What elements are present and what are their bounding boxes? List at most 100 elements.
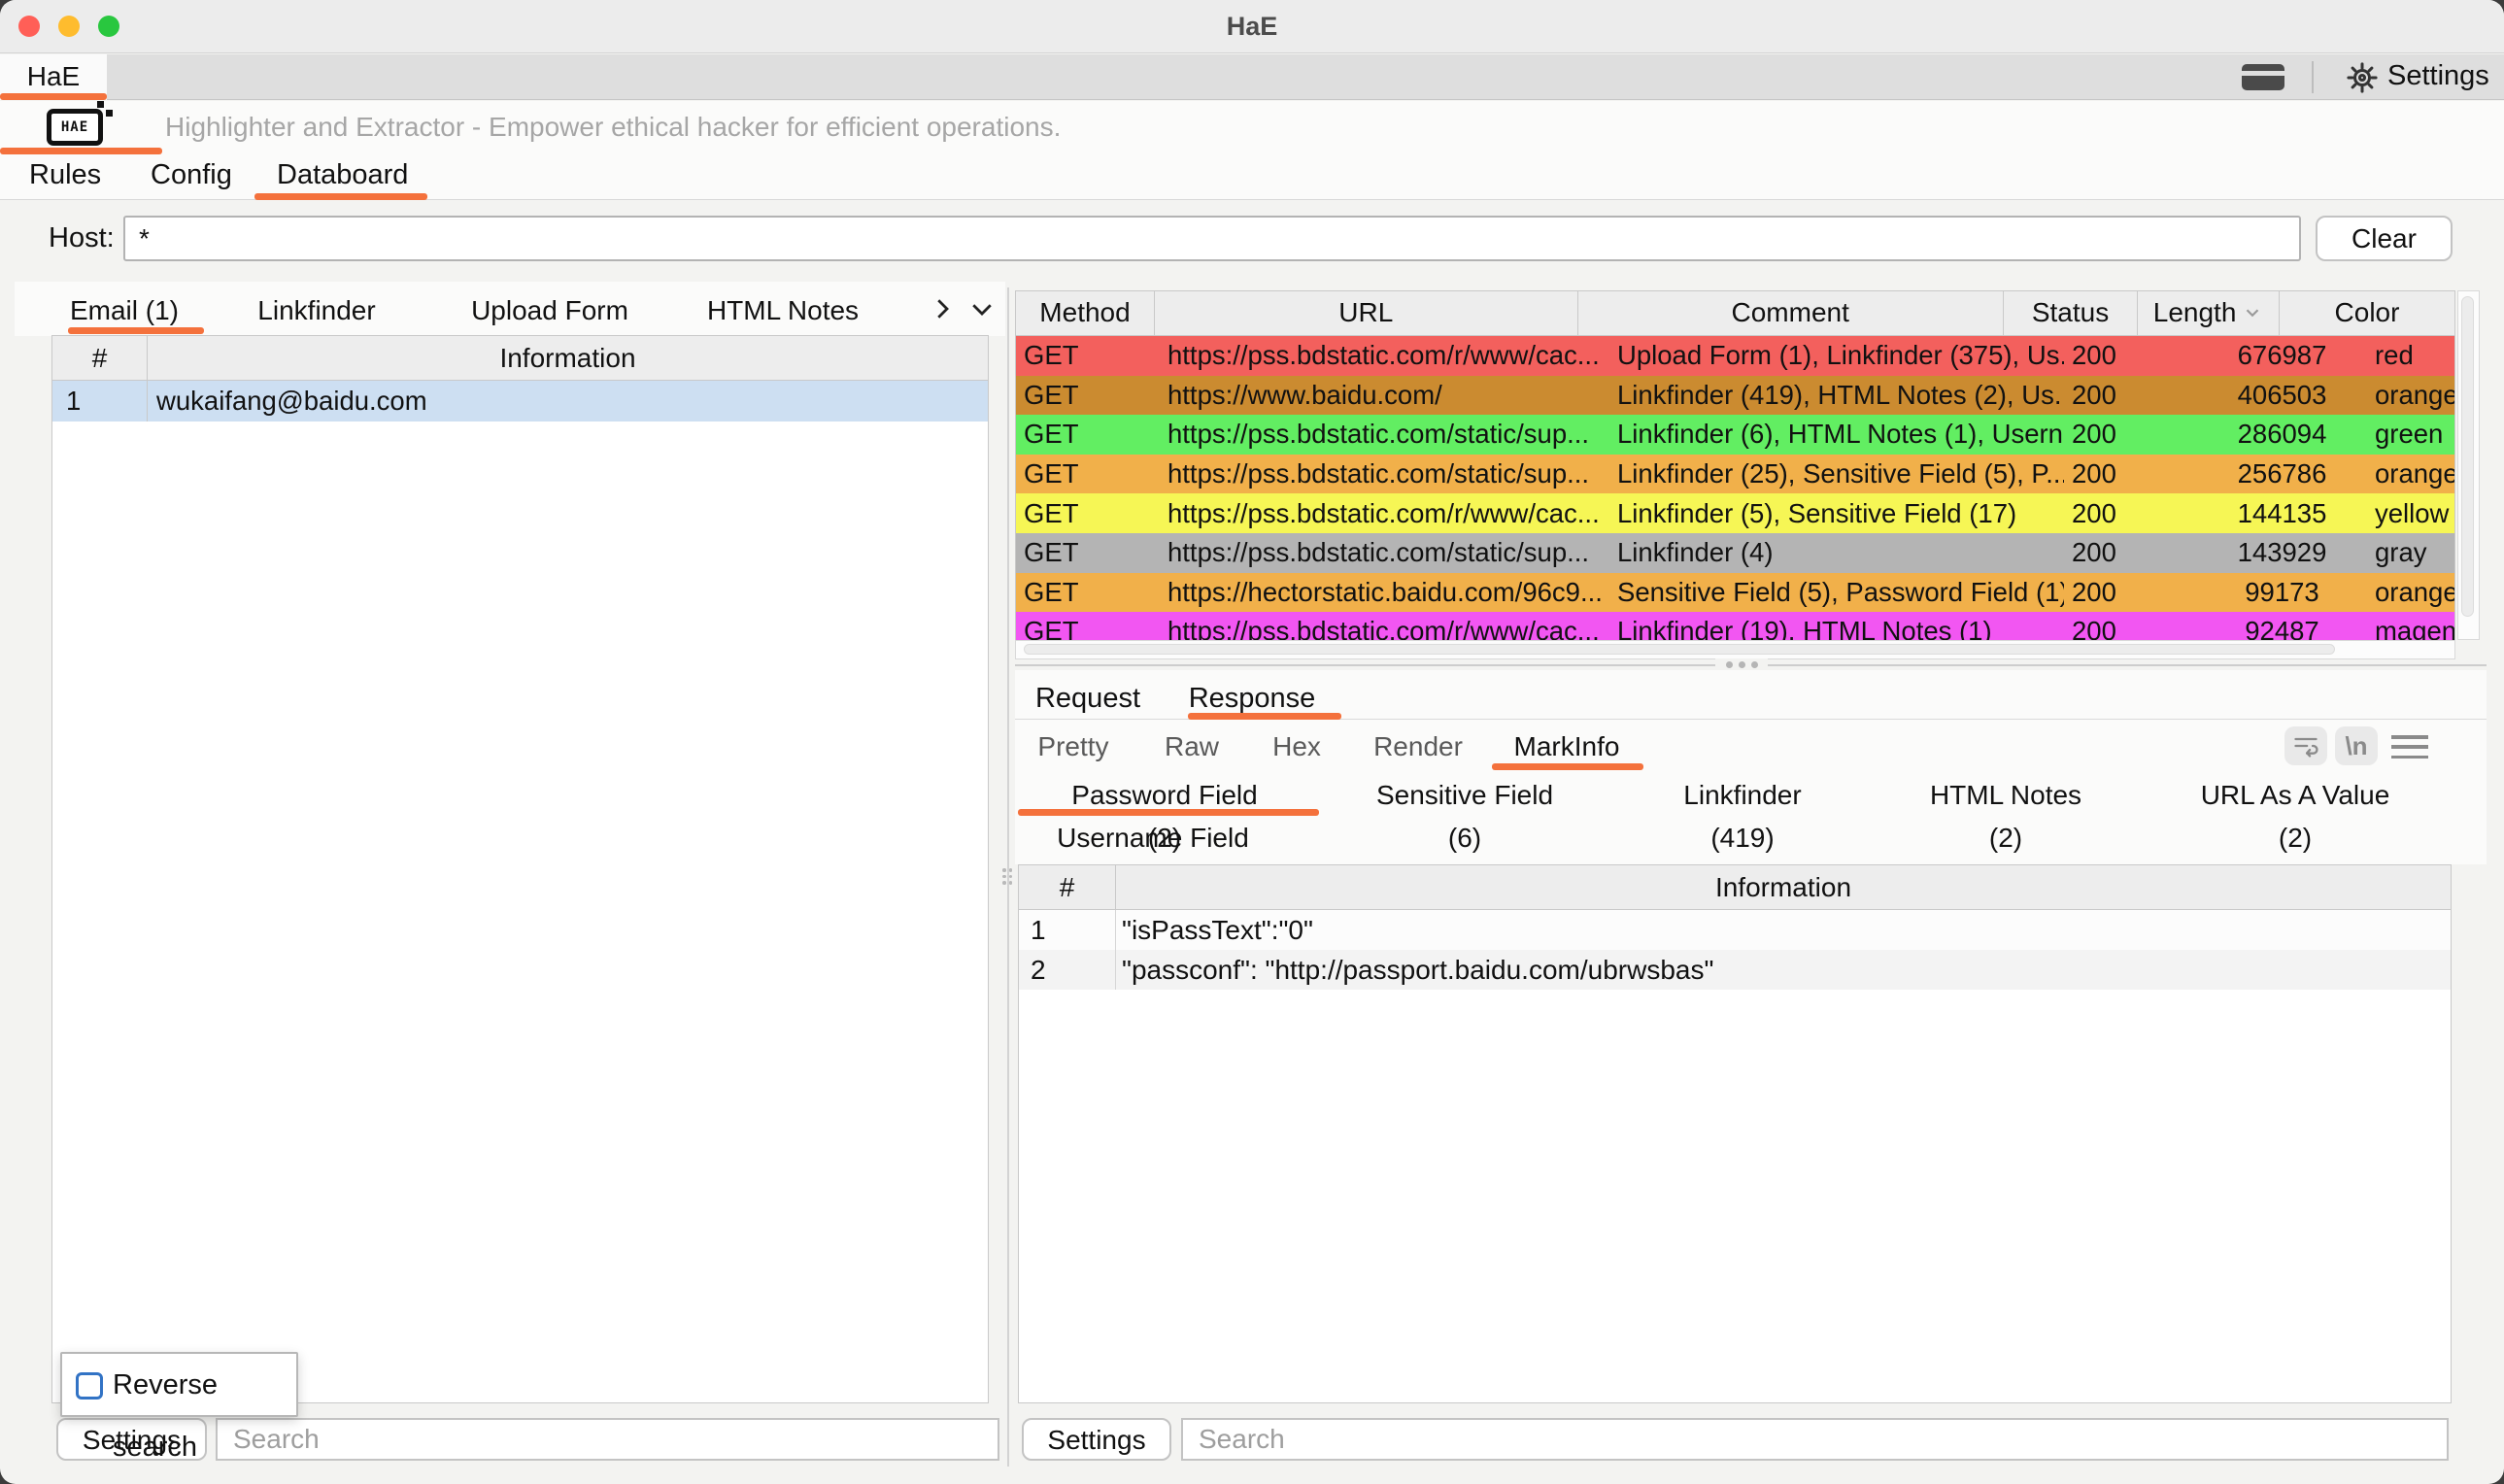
- cell-color: yellow: [2357, 493, 2455, 533]
- horizontal-scrollbar[interactable]: [1015, 640, 2455, 659]
- table-row[interactable]: 1 "isPassText":"0": [1019, 910, 2451, 950]
- request-row[interactable]: GET https://pss.bdstatic.com/r/www/cac..…: [1016, 493, 2454, 533]
- vertical-scrollbar-thumb[interactable]: [2461, 296, 2474, 617]
- cell-color: orange: [2357, 376, 2455, 416]
- tab-upload-form[interactable]: Upload Form (1): [457, 289, 642, 332]
- request-row[interactable]: GET https://www.baidu.com/ Linkfinder (4…: [1016, 376, 2454, 416]
- tab-hex[interactable]: Hex: [1258, 725, 1336, 768]
- cell-color: orange: [2357, 573, 2455, 613]
- column-header-url[interactable]: URL: [1155, 291, 1578, 335]
- right-settings-button[interactable]: Settings: [1022, 1418, 1171, 1461]
- tab-linkfinder-field[interactable]: Linkfinder (419): [1650, 774, 1835, 817]
- tab-config[interactable]: Config: [151, 153, 224, 199]
- divider: [2312, 61, 2314, 93]
- word-wrap-button[interactable]: [2284, 726, 2327, 765]
- tab-linkfinder[interactable]: Linkfinder (978): [229, 289, 404, 332]
- cell-status: 200: [2064, 336, 2207, 376]
- cell-color: red: [2357, 336, 2455, 376]
- cell-url: https://pss.bdstatic.com/static/sup...: [1162, 455, 1611, 494]
- tab-render[interactable]: Render: [1370, 725, 1467, 768]
- left-active-tab-underline: [68, 327, 204, 334]
- cell-method: GET: [1016, 493, 1162, 533]
- cell-url: https://pss.bdstatic.com/static/sup...: [1162, 533, 1611, 573]
- tab-html-notes[interactable]: HTML Notes (5): [691, 289, 875, 332]
- tab-markinfo[interactable]: MarkInfo: [1508, 725, 1625, 768]
- request-row[interactable]: GET https://pss.bdstatic.com/r/www/cac..…: [1016, 612, 2454, 640]
- tab-url-as-value-field[interactable]: URL As A Value (2): [2188, 774, 2402, 817]
- banner-subtitle: Highlighter and Extractor - Empower ethi…: [165, 101, 1061, 153]
- requests-table-header: Method URL Comment Status Length Color: [1016, 291, 2454, 336]
- cell-color: magenta: [2357, 612, 2455, 640]
- tab-pretty[interactable]: Pretty: [1025, 725, 1122, 768]
- cell-length: 406503: [2207, 376, 2357, 416]
- table-row[interactable]: 1 wukaifang@baidu.com: [52, 381, 988, 422]
- reverse-search-checkbox[interactable]: [76, 1372, 103, 1400]
- host-label: Host:: [49, 216, 115, 260]
- vertical-scrollbar[interactable]: [2457, 290, 2480, 640]
- tab-request[interactable]: Request: [1030, 677, 1146, 720]
- cell-status: 200: [2064, 533, 2207, 573]
- sort-descending-icon: [2242, 302, 2263, 323]
- cell-method: GET: [1016, 455, 1162, 494]
- clear-button[interactable]: Clear: [2316, 216, 2453, 261]
- request-row[interactable]: GET https://hectorstatic.baidu.com/96c9.…: [1016, 573, 2454, 613]
- column-header-num[interactable]: #: [1019, 865, 1116, 909]
- response-underline: [1188, 713, 1341, 720]
- gear-icon[interactable]: [2345, 60, 2380, 95]
- left-search-input[interactable]: [216, 1418, 999, 1461]
- column-header-method[interactable]: Method: [1016, 291, 1155, 335]
- cell-length: 92487: [2207, 612, 2357, 640]
- cell-comment: Sensitive Field (5), Password Field (1): [1611, 573, 2064, 613]
- tab-raw[interactable]: Raw: [1153, 725, 1231, 768]
- menu-icon[interactable]: [2391, 735, 2428, 759]
- horizontal-scrollbar-thumb[interactable]: [1024, 644, 2335, 655]
- row-info: "passconf": "http://passport.baidu.com/u…: [1116, 950, 2451, 990]
- column-header-num[interactable]: #: [52, 336, 148, 380]
- password-field-underline: [1018, 809, 1319, 816]
- reverse-search-label: Reverse search: [113, 1354, 296, 1419]
- tab-email[interactable]: Email (1): [56, 289, 192, 332]
- table-row[interactable]: 2 "passconf": "http://passport.baidu.com…: [1019, 950, 2451, 990]
- cell-comment: Linkfinder (419), HTML Notes (2), Us...: [1611, 376, 2064, 416]
- tab-html-notes-field[interactable]: HTML Notes (2): [1913, 774, 2098, 817]
- column-header-status[interactable]: Status: [2004, 291, 2138, 335]
- chevron-down-icon[interactable]: [967, 294, 997, 323]
- cell-comment: Linkfinder (25), Sensitive Field (5), P.…: [1611, 455, 2064, 494]
- window-menu-icon[interactable]: [2242, 64, 2284, 90]
- request-row[interactable]: GET https://pss.bdstatic.com/static/sup.…: [1016, 415, 2454, 455]
- requests-rows: GET https://pss.bdstatic.com/r/www/cac..…: [1015, 336, 2455, 640]
- cell-length: 99173: [2207, 573, 2357, 613]
- cell-url: https://hectorstatic.baidu.com/96c9...: [1162, 573, 1611, 613]
- chevron-right-icon[interactable]: [928, 294, 957, 323]
- column-header-color[interactable]: Color: [2280, 291, 2454, 335]
- cell-length: 676987: [2207, 336, 2357, 376]
- column-header-comment[interactable]: Comment: [1578, 291, 2004, 335]
- cell-status: 200: [2064, 612, 2207, 640]
- column-header-information[interactable]: Information: [148, 336, 988, 380]
- host-input[interactable]: [123, 216, 2301, 261]
- tab-username-field[interactable]: Username Field (3): [1046, 817, 1260, 860]
- cell-comment: Linkfinder (6), HTML Notes (1), Usern...: [1611, 415, 2064, 455]
- tab-databoard[interactable]: Databoard: [277, 153, 405, 199]
- hae-logo-icon: HAE: [47, 109, 103, 146]
- request-row[interactable]: GET https://pss.bdstatic.com/r/www/cac..…: [1016, 336, 2454, 376]
- request-row[interactable]: GET https://pss.bdstatic.com/static/sup.…: [1016, 533, 2454, 573]
- column-header-information[interactable]: Information: [1116, 865, 2451, 909]
- cell-url: https://pss.bdstatic.com/r/www/cac...: [1162, 336, 1611, 376]
- request-row[interactable]: GET https://pss.bdstatic.com/static/sup.…: [1016, 455, 2454, 494]
- logo-pixel-dot: [97, 101, 104, 108]
- settings-button[interactable]: Settings: [2387, 54, 2489, 100]
- tab-rules[interactable]: Rules: [29, 153, 97, 199]
- cell-comment: Linkfinder (5), Sensitive Field (17): [1611, 493, 2064, 533]
- word-wrap-icon: [2292, 732, 2319, 759]
- cell-url: https://pss.bdstatic.com/r/www/cac...: [1162, 612, 1611, 640]
- cell-comment: Linkfinder (4): [1611, 533, 2064, 573]
- newline-toggle-button[interactable]: \n: [2335, 726, 2378, 765]
- banner-underline: [0, 148, 162, 154]
- tab-sensitive-field[interactable]: Sensitive Field (6): [1368, 774, 1562, 817]
- drag-handle-icon[interactable]: [1002, 868, 1014, 895]
- cell-status: 200: [2064, 455, 2207, 494]
- cell-length: 256786: [2207, 455, 2357, 494]
- right-search-input[interactable]: [1181, 1418, 2449, 1461]
- column-header-length[interactable]: Length: [2138, 291, 2280, 335]
